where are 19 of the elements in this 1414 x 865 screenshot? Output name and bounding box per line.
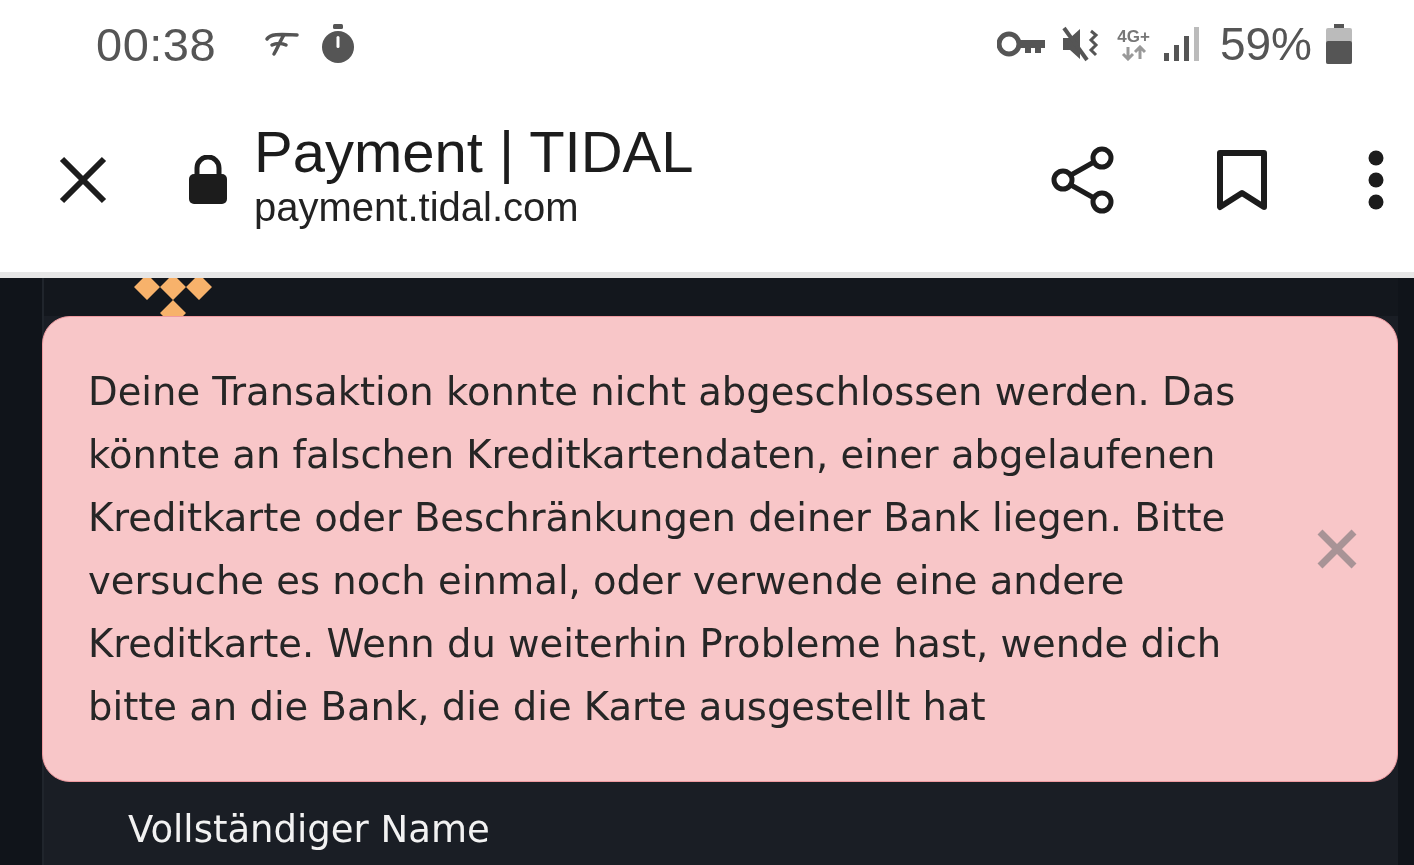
page-url: payment.tidal.com	[254, 185, 580, 230]
stopwatch-icon	[320, 24, 357, 64]
field-label: Vollständiger Name	[128, 808, 490, 851]
battery-icon	[1326, 24, 1352, 64]
error-message: Deine Transaktion konnte nicht abgeschlossen werden. Das könnte an falschen Kreditkartendaten, einer abgelaufenen Kreditkarte oder Beschränkungen deiner Bank liegen. Bitte versuche es noch einmal, oder verwende eine andere Kreditkarte. Wenn du weiterhin Probleme hast, wende dich bitte an die Bank, die die Karte ausgestellt hat	[88, 368, 1237, 731]
signal-bars-icon	[1163, 27, 1200, 61]
share-button[interactable]	[1050, 145, 1116, 215]
page-title: Payment | TIDAL	[254, 118, 694, 186]
network-type-label: 4G+	[1117, 27, 1150, 45]
clock-time: 00:38	[96, 16, 217, 72]
lock-icon	[188, 155, 228, 205]
close-button[interactable]	[58, 155, 108, 205]
bookmark-button[interactable]	[1216, 149, 1268, 211]
battery-percentage: 59%	[1219, 17, 1312, 71]
key-icon	[997, 31, 1048, 57]
data-arrows-icon	[1119, 44, 1148, 61]
carrier-icon	[264, 31, 301, 57]
more-menu-button[interactable]	[1368, 150, 1384, 210]
logo-icon	[134, 278, 212, 316]
